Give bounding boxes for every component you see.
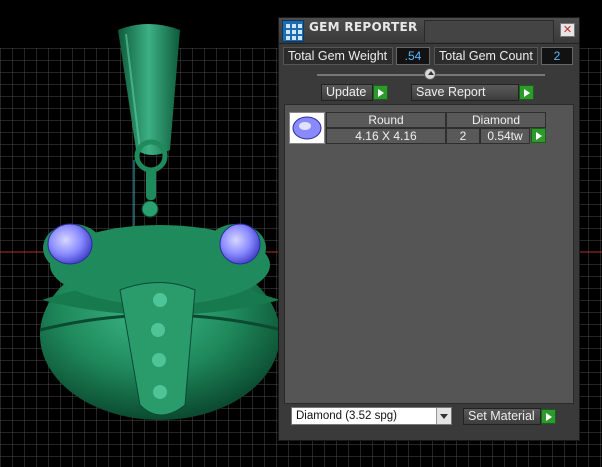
total-gem-weight-label: Total Gem Weight	[283, 47, 393, 65]
gem-list: Round Diamond 4.16 X 4.16 2 0.54tw	[284, 104, 574, 404]
save-report-button[interactable]: Save Report	[411, 84, 519, 101]
update-green-arrow-icon[interactable]	[373, 85, 388, 100]
update-button[interactable]: Update	[321, 84, 373, 101]
save-report-green-arrow-icon[interactable]	[519, 85, 534, 100]
left-eye-gem	[43, 223, 103, 272]
save-report-label: Save Report	[416, 85, 486, 99]
panel-title: GEM REPORTER	[309, 20, 418, 34]
gem-row-green-arrow-icon[interactable]	[531, 128, 546, 143]
total-gem-count-value: 2	[541, 47, 573, 65]
round-gem-icon[interactable]	[289, 112, 325, 144]
set-material-label: Set Material	[468, 409, 535, 423]
gem-reporter-app-icon	[282, 20, 304, 42]
gem-shape-cell: Round	[326, 112, 446, 128]
update-label: Update	[326, 85, 367, 99]
material-select-value: Diamond (3.52 spg)	[296, 410, 397, 422]
gem-material-cell: Diamond	[446, 112, 546, 128]
total-gem-weight-value: .54	[396, 47, 430, 65]
total-gem-count-label: Total Gem Count	[434, 47, 538, 65]
title-tab-area	[424, 20, 554, 42]
panel-titlebar[interactable]: GEM REPORTER ✕	[279, 18, 579, 44]
panel-slider-handle[interactable]	[424, 68, 436, 80]
close-icon[interactable]: ✕	[560, 23, 575, 37]
set-material-green-arrow-icon[interactable]	[541, 409, 556, 424]
gem-reporter-panel: GEM REPORTER ✕ Total Gem Weight .54 Tota…	[278, 17, 580, 441]
set-material-button[interactable]: Set Material	[463, 408, 541, 425]
gem-count-cell: 2	[446, 128, 480, 144]
gem-weight-cell: 0.54tw	[480, 128, 530, 144]
material-select[interactable]: Diamond (3.52 spg)	[291, 407, 452, 425]
chevron-down-icon[interactable]	[436, 408, 451, 424]
right-eye-gem	[206, 223, 266, 272]
gem-size-cell: 4.16 X 4.16	[326, 128, 446, 144]
